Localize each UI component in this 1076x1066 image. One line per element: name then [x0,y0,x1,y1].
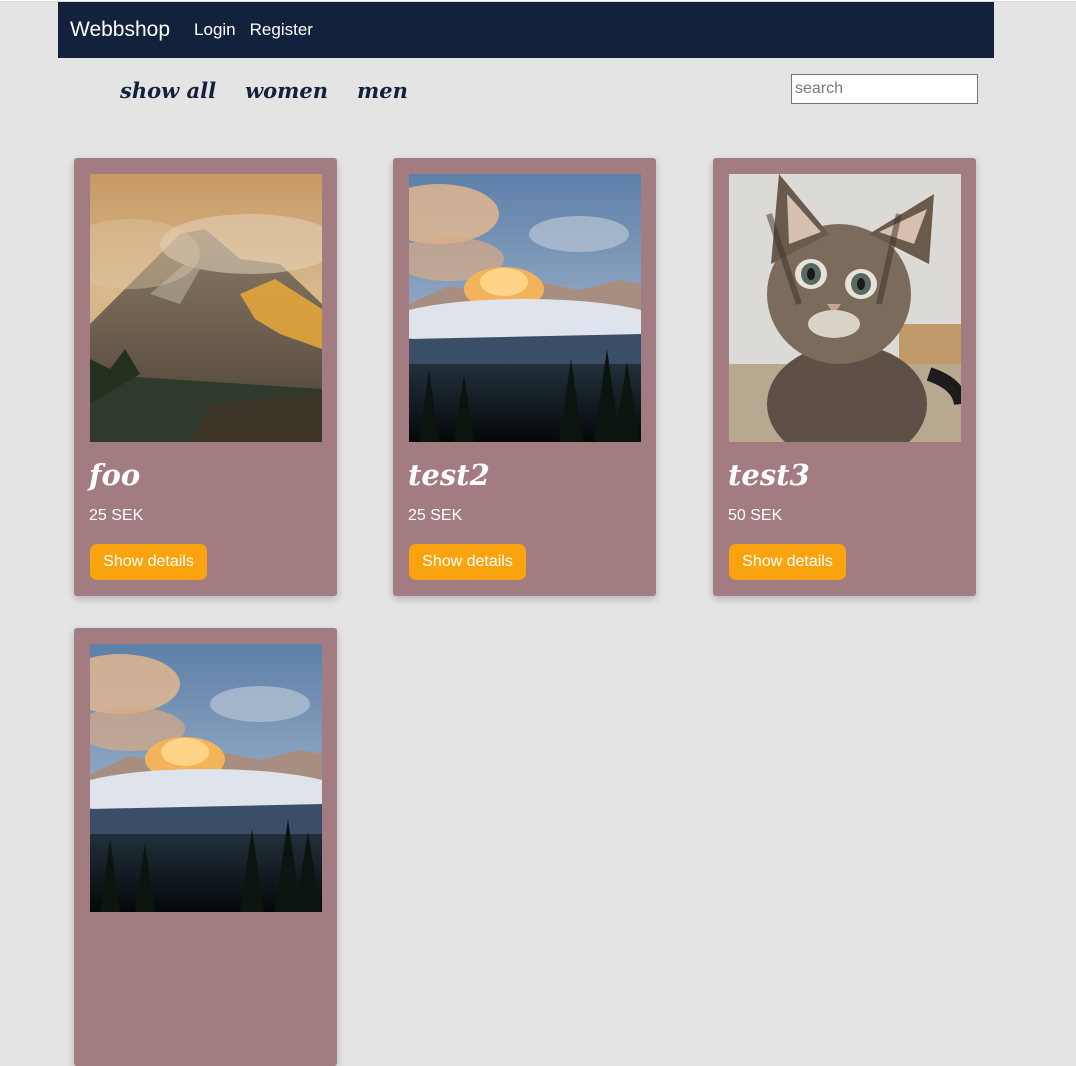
product-card: foo 25 SEK Show details [74,158,337,596]
product-price: 25 SEK [408,507,463,524]
product-image-kitten[interactable] [729,174,961,442]
product-card: test2 25 SEK Show details [393,158,656,596]
category-filters: show all women men [120,74,437,106]
top-navbar: Webbshop Login Register [58,2,994,58]
product-title: test2 [408,458,490,492]
filter-men[interactable]: men [357,78,408,103]
product-price: 50 SEK [728,507,783,524]
product-price: 25 SEK [89,507,144,524]
product-image-mountain-clouds[interactable] [409,174,641,442]
show-details-button[interactable]: Show details [729,544,846,580]
filter-show-all[interactable]: show all [120,78,216,103]
filter-women[interactable]: women [245,78,328,103]
product-image-mountain-fog[interactable] [90,174,322,442]
product-card: test3 50 SEK Show details [713,158,976,596]
product-card [74,628,337,1066]
brand-link[interactable]: Webbshop [70,18,170,42]
search-input[interactable] [791,74,978,104]
product-title: test3 [728,458,810,492]
product-image-mountain-clouds[interactable] [90,644,322,912]
login-link[interactable]: Login [194,20,236,40]
show-details-button[interactable]: Show details [90,544,207,580]
register-link[interactable]: Register [250,20,313,40]
show-details-button[interactable]: Show details [409,544,526,580]
product-title: foo [89,458,141,492]
